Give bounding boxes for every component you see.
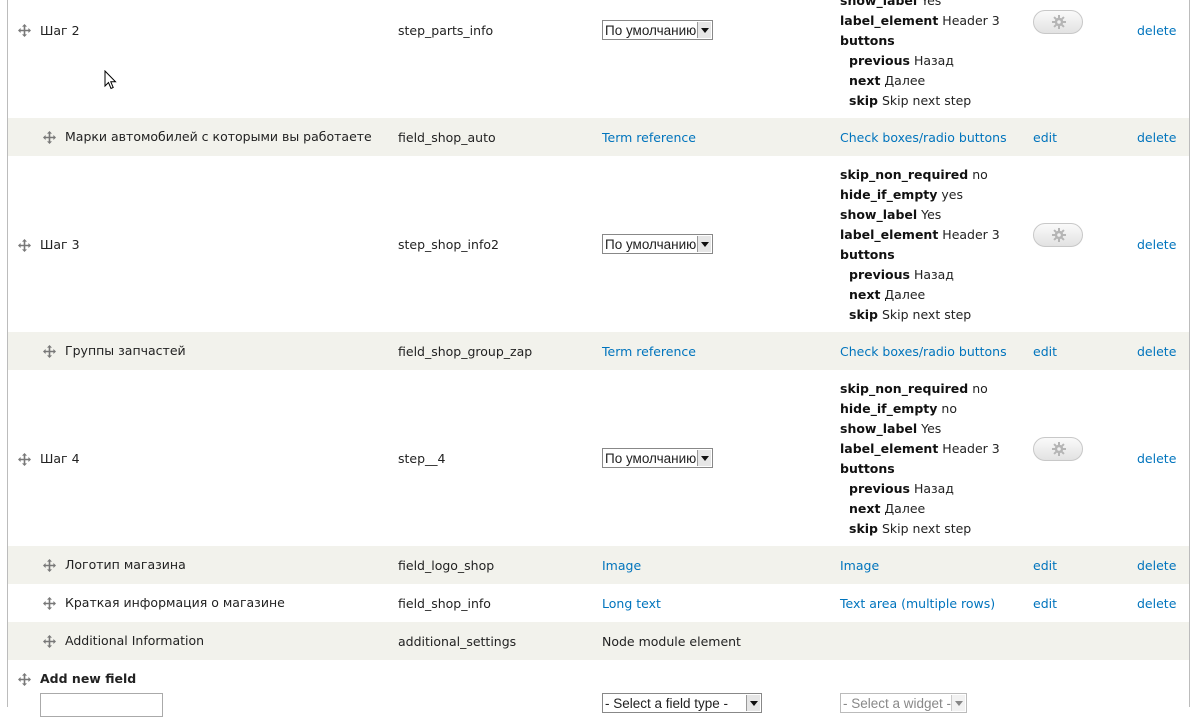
table-row-add-new-field: Add new field - Select a field type - - …: [8, 660, 1189, 717]
widget-link[interactable]: Check boxes/radio buttons: [840, 344, 1007, 359]
edit-link[interactable]: edit: [1033, 130, 1057, 145]
delete-link[interactable]: delete: [1137, 237, 1176, 252]
drag-handle-icon[interactable]: [43, 131, 56, 144]
setting-line: show_label Yes: [840, 207, 942, 222]
setting-line: hide_if_empty no: [840, 401, 957, 416]
gear-icon: [1052, 442, 1066, 459]
delete-link[interactable]: delete: [1137, 596, 1176, 611]
delete-link[interactable]: delete: [1137, 451, 1176, 466]
machine-name: field_logo_shop: [398, 558, 495, 573]
group-settings-button[interactable]: [1033, 10, 1083, 34]
setting-line: buttons: [840, 247, 895, 262]
group-settings-summary: show_label Yes label_element Header 3 bu…: [840, 0, 1000, 111]
table-right-border: [1189, 0, 1190, 707]
edit-link[interactable]: edit: [1033, 596, 1057, 611]
machine-name: step_shop_info2: [398, 237, 499, 252]
setting-line: label_element Header 3: [840, 227, 1000, 242]
setting-line: next Далее: [849, 73, 926, 88]
widget-link[interactable]: Text area (multiple rows): [840, 596, 995, 611]
new-field-label-input[interactable]: [40, 693, 163, 717]
table-row-group-step2: Шаг 2 step_parts_info По умолчанию show_…: [8, 0, 1189, 118]
field-type-link[interactable]: Term reference: [602, 130, 696, 145]
drag-handle-icon[interactable]: [43, 559, 56, 572]
gear-icon: [1052, 228, 1066, 245]
add-new-field-label: Add new field: [40, 671, 137, 686]
drag-handle-icon[interactable]: [43, 635, 56, 648]
table-row-field-shop-group-zap: Группы запчастей field_shop_group_zap Te…: [8, 332, 1189, 370]
machine-name: field_shop_auto: [398, 130, 496, 145]
drag-handle-icon[interactable]: [43, 345, 56, 358]
setting-line: skip_non_required no: [840, 381, 988, 396]
table-row-field-shop-auto: Марки автомобилей с которыми вы работает…: [8, 118, 1189, 156]
table-row-field-shop-info: Краткая информация о магазине field_shop…: [8, 584, 1189, 622]
group-format-select[interactable]: По умолчанию: [602, 234, 713, 254]
table-row-field-logo-shop: Логотип магазина field_logo_shop Image I…: [8, 546, 1189, 584]
group-label: Шаг 2: [40, 23, 80, 38]
field-label: Марки автомобилей с которыми вы работает…: [65, 129, 372, 144]
new-field-widget-select[interactable]: - Select a widget -: [840, 693, 967, 713]
field-type-link[interactable]: Long text: [602, 596, 661, 611]
drag-handle-icon[interactable]: [18, 239, 31, 252]
setting-line: buttons: [840, 461, 895, 476]
group-settings-button[interactable]: [1033, 437, 1083, 461]
group-label: Шаг 4: [40, 451, 80, 466]
machine-name: field_shop_info: [398, 596, 491, 611]
setting-line: show_label Yes: [840, 0, 942, 8]
setting-line: label_element Header 3: [840, 441, 1000, 456]
setting-line: hide_if_empty yes: [840, 187, 963, 202]
setting-line: previous Назад: [849, 53, 954, 68]
widget-link[interactable]: Check boxes/radio buttons: [840, 130, 1007, 145]
drag-handle-icon[interactable]: [18, 453, 31, 466]
group-settings-button[interactable]: [1033, 223, 1083, 247]
edit-link[interactable]: edit: [1033, 344, 1057, 359]
machine-name: step__4: [398, 451, 446, 466]
extra-field-description: Node module element: [602, 634, 741, 649]
setting-line: skip Skip next step: [849, 521, 972, 536]
delete-link[interactable]: delete: [1137, 130, 1176, 145]
group-settings-summary: skip_non_required no hide_if_empty no sh…: [840, 379, 1000, 539]
new-field-type-select[interactable]: - Select a field type -: [602, 693, 762, 713]
setting-line: skip Skip next step: [849, 307, 972, 322]
machine-name: step_parts_info: [398, 23, 494, 38]
setting-line: buttons: [840, 33, 895, 48]
group-format-select[interactable]: По умолчанию: [602, 20, 713, 40]
extra-field-label: Additional Information: [65, 633, 205, 648]
setting-line: label_element Header 3: [840, 13, 1000, 28]
table-row-extra-additional-settings: Additional Information additional_settin…: [8, 622, 1189, 660]
chevron-down-icon: [697, 236, 711, 252]
field-type-link[interactable]: Term reference: [602, 344, 696, 359]
setting-line: skip Skip next step: [849, 93, 972, 108]
setting-line: skip_non_required no: [840, 167, 988, 182]
table-row-group-step4: Шаг 4 step__4 По умолчанию skip_non_requ…: [8, 370, 1189, 546]
field-label: Логотип магазина: [65, 557, 186, 572]
delete-link[interactable]: delete: [1137, 23, 1176, 38]
machine-name: field_shop_group_zap: [398, 344, 533, 359]
drag-handle-icon[interactable]: [18, 673, 31, 686]
chevron-down-icon: [951, 695, 965, 711]
group-format-select[interactable]: По умолчанию: [602, 448, 713, 468]
gear-icon: [1052, 15, 1066, 32]
drag-handle-icon[interactable]: [18, 24, 31, 37]
field-type-link[interactable]: Image: [602, 558, 641, 573]
setting-line: next Далее: [849, 501, 926, 516]
chevron-down-icon: [746, 695, 760, 711]
group-settings-summary: skip_non_required no hide_if_empty yes s…: [840, 165, 1000, 325]
group-label: Шаг 3: [40, 237, 80, 252]
drag-handle-icon[interactable]: [43, 597, 56, 610]
machine-name: additional_settings: [398, 634, 517, 649]
chevron-down-icon: [697, 22, 711, 38]
field-label: Группы запчастей: [65, 343, 186, 358]
setting-line: previous Назад: [849, 267, 954, 282]
field-label: Краткая информация о магазине: [65, 595, 285, 610]
setting-line: previous Назад: [849, 481, 954, 496]
chevron-down-icon: [697, 450, 711, 466]
edit-link[interactable]: edit: [1033, 558, 1057, 573]
setting-line: show_label Yes: [840, 421, 942, 436]
delete-link[interactable]: delete: [1137, 558, 1176, 573]
mouse-pointer-icon: [104, 69, 118, 93]
table-row-group-step3: Шаг 3 step_shop_info2 По умолчанию skip_…: [8, 156, 1189, 332]
widget-link[interactable]: Image: [840, 558, 879, 573]
delete-link[interactable]: delete: [1137, 344, 1176, 359]
setting-line: next Далее: [849, 287, 926, 302]
